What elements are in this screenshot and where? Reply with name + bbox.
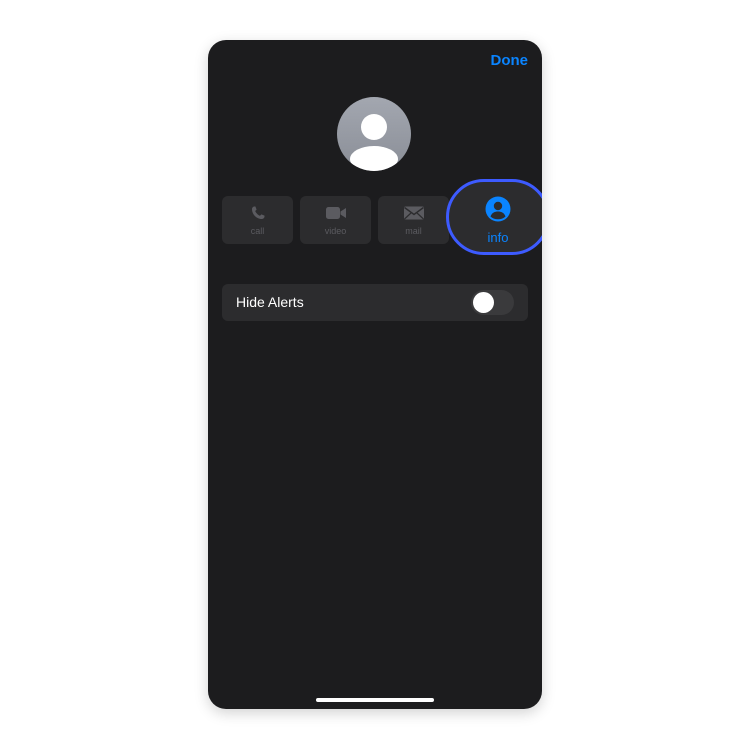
person-circle-icon xyxy=(449,196,542,222)
toggle-knob xyxy=(473,292,494,313)
call-label: call xyxy=(250,226,265,236)
person-silhouette-icon xyxy=(350,114,398,171)
video-button[interactable]: video xyxy=(300,196,371,244)
info-label: info xyxy=(487,230,509,245)
done-button[interactable]: Done xyxy=(491,52,529,69)
info-button[interactable]: info xyxy=(446,179,542,255)
hide-alerts-row: Hide Alerts xyxy=(222,284,528,321)
envelope-icon xyxy=(378,205,449,221)
phone-icon xyxy=(222,205,293,221)
mail-label: mail xyxy=(405,226,422,236)
mail-button[interactable]: mail xyxy=(378,196,449,244)
call-button[interactable]: call xyxy=(222,196,293,244)
contact-avatar xyxy=(337,97,411,171)
contact-details-sheet: Done call video mail info Hide Alerts xyxy=(208,40,542,709)
hide-alerts-label: Hide Alerts xyxy=(236,294,304,310)
video-label: video xyxy=(324,226,347,236)
home-indicator xyxy=(316,698,434,702)
video-camera-icon xyxy=(300,205,371,221)
hide-alerts-toggle[interactable] xyxy=(471,290,514,315)
